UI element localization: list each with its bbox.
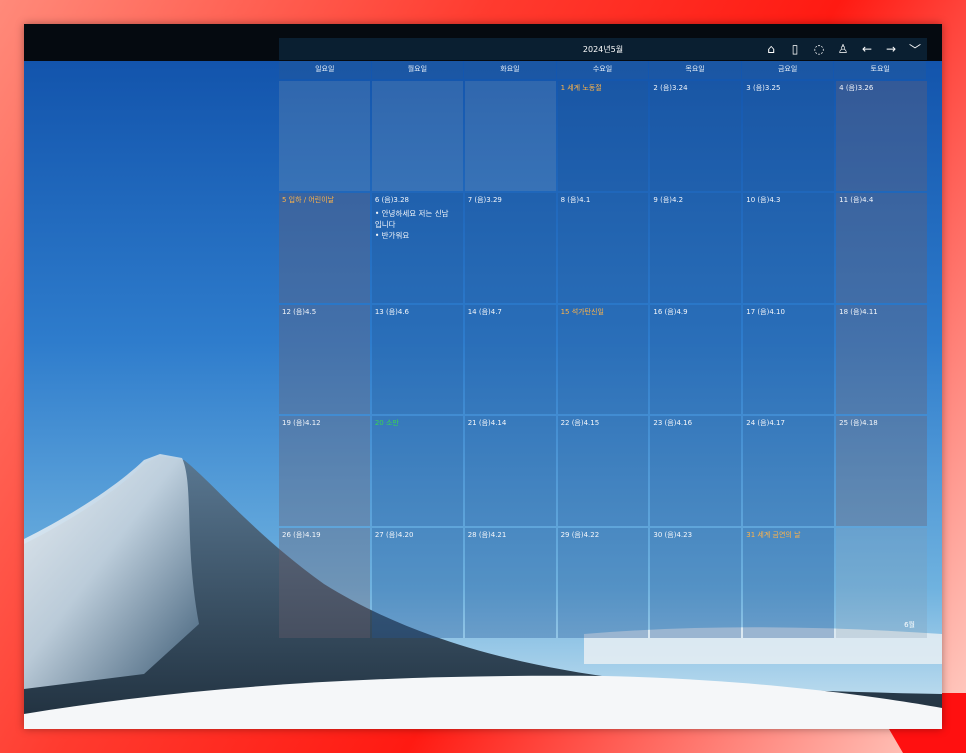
calendar-day-cell[interactable]: 21 (음)4.14 <box>464 416 556 527</box>
arrow-left-button[interactable]: ← <box>859 40 875 58</box>
calendar-day-cell[interactable]: 4 (음)3.26 <box>836 81 927 191</box>
day-label: 16 (음)4.9 <box>653 307 688 316</box>
calendar-day-empty[interactable]: 6월 <box>836 528 927 638</box>
weekday-label: 화요일 <box>464 61 556 79</box>
calendar-day-cell[interactable]: 1 세계 노동절 <box>557 81 649 191</box>
user-icon: ♙ <box>837 42 849 56</box>
day-notes: • 안녕하세요 저는 신남 입니다 • 반가워요 <box>375 208 460 241</box>
calendar-day-cell[interactable]: 15 석가탄신일 <box>557 304 649 415</box>
day-label: 14 (음)4.7 <box>467 307 502 316</box>
calendar-day-cell[interactable]: 16 (음)4.9 <box>650 304 742 415</box>
calendar-day-cell[interactable]: 25 (음)4.18 <box>836 416 927 527</box>
phone-icon: ▯ <box>791 42 799 56</box>
day-label: 27 (음)4.20 <box>374 531 414 540</box>
note-line: • 반가워요 <box>374 230 410 240</box>
home-icon: ⌂ <box>767 42 775 56</box>
calendar-day-cell[interactable]: 11 (음)4.4 <box>836 192 927 303</box>
day-label: 10 (음)4.3 <box>746 195 781 204</box>
day-label: 4 (음)3.26 <box>839 84 874 92</box>
chevron-down-icon: ﹀ <box>908 42 921 57</box>
weekday-label: 목요일 <box>649 61 741 79</box>
calendar-day-cell[interactable]: 14 (음)4.7 <box>464 304 556 415</box>
day-label: 12 (음)4.5 <box>282 307 317 316</box>
day-label: 31 세계 금연의 날 <box>746 531 801 540</box>
day-label: 20 소만 <box>374 419 399 428</box>
calendar-day-cell[interactable]: 3 (음)3.25 <box>743 81 835 191</box>
day-label: 28 (음)4.21 <box>467 531 507 540</box>
day-label: 3 (음)3.25 <box>746 84 781 92</box>
calendar-day-cell[interactable]: 10 (음)4.3 <box>743 192 835 303</box>
weekday-label: 금요일 <box>741 61 834 79</box>
calendar-day-empty[interactable] <box>371 81 463 191</box>
weekday-header-row: 일요일 월요일 화요일 수요일 목요일 금요일 토요일 <box>279 61 927 79</box>
phone-button[interactable]: ▯ <box>787 40 803 58</box>
day-label: 9 (음)4.2 <box>653 195 684 204</box>
cloud-button[interactable]: ◌ <box>811 40 827 58</box>
day-label: 23 (음)4.16 <box>653 419 693 428</box>
day-label: 6 (음)3.28 <box>374 195 410 204</box>
day-label: 26 (음)4.19 <box>282 531 321 540</box>
calendar-day-cell[interactable]: 12 (음)4.5 <box>279 304 370 415</box>
cloud-icon: ◌ <box>813 42 825 56</box>
calendar-day-cell[interactable]: 5 입하 / 어린이날 <box>279 192 370 303</box>
calendar-day-cell[interactable]: 26 (음)4.19 <box>279 528 370 638</box>
calendar-day-cell[interactable]: 30 (음)4.23 <box>650 528 742 638</box>
calendar-day-cell[interactable]: 17 (음)4.10 <box>743 304 835 415</box>
arrow-right-icon: → <box>885 42 897 56</box>
calendar-day-cell[interactable]: 19 (음)4.12 <box>279 416 370 527</box>
calendar-day-empty[interactable] <box>279 81 370 191</box>
calendar-header: 2024년5월 ⌂ ▯ ◌ ♙ ← → ﹀ <box>279 38 927 60</box>
calendar-day-cell[interactable]: 20 소만 <box>371 416 463 527</box>
calendar-day-empty[interactable] <box>464 81 556 191</box>
calendar-day-cell[interactable]: 2 (음)3.24 <box>650 81 742 191</box>
calendar-day-cell[interactable]: 23 (음)4.16 <box>650 416 742 527</box>
day-label: 29 (음)4.22 <box>560 531 600 540</box>
day-label: 7 (음)3.29 <box>467 195 502 204</box>
calendar-day-cell[interactable]: 9 (음)4.2 <box>650 192 742 303</box>
day-label: 5 입하 / 어린이날 <box>282 195 335 204</box>
weekday-label: 월요일 <box>371 61 464 79</box>
day-label: 24 (음)4.17 <box>746 419 785 428</box>
calendar-day-cell[interactable]: 24 (음)4.17 <box>743 416 835 527</box>
weekday-label: 수요일 <box>556 61 649 79</box>
toolbar: ⌂ ▯ ◌ ♙ ← → ﹀ <box>763 40 923 58</box>
calendar-day-cell[interactable]: 8 (음)4.1 <box>557 192 649 303</box>
day-label: 19 (음)4.12 <box>282 419 321 428</box>
day-label: 15 석가탄신일 <box>560 307 604 316</box>
month-calendar: 2024년5월 ⌂ ▯ ◌ ♙ ← → ﹀ 일요일 월요일 화요일 수요일 목요일 금요일 토요일 1 … <box>279 38 927 638</box>
arrow-left-icon: ← <box>861 42 873 56</box>
calendar-day-cell[interactable]: 28 (음)4.21 <box>464 528 556 638</box>
day-label: 30 (음)4.23 <box>653 531 693 540</box>
calendar-day-cell[interactable]: 31 세계 금연의 날 <box>743 528 835 638</box>
weekday-label: 토요일 <box>834 61 926 79</box>
calendar-day-cell[interactable]: 7 (음)3.29 <box>464 192 556 303</box>
day-label: 18 (음)4.11 <box>839 307 878 316</box>
calendar-day-cell[interactable]: 6 (음)3.28 • 안녕하세요 저는 신남 입니다 • 반가워요 <box>371 192 463 303</box>
calendar-day-cell[interactable]: 22 (음)4.15 <box>557 416 649 527</box>
chevron-down-button[interactable]: ﹀ <box>907 40 923 58</box>
arrow-right-button[interactable]: → <box>883 40 899 58</box>
day-label: 11 (음)4.4 <box>839 195 874 204</box>
day-label: 22 (음)4.15 <box>560 419 600 428</box>
calendar-day-cell[interactable]: 18 (음)4.11 <box>836 304 927 415</box>
day-label: 25 (음)4.18 <box>839 419 878 428</box>
next-month-link[interactable]: 6월 <box>904 620 915 630</box>
day-label: 17 (음)4.10 <box>746 307 785 316</box>
day-label: 21 (음)4.14 <box>467 419 507 428</box>
note-line: 입니다 <box>374 219 396 229</box>
day-label: 8 (음)4.1 <box>560 195 591 204</box>
calendar-day-cell[interactable]: 29 (음)4.22 <box>557 528 649 638</box>
calendar-grid: 1 세계 노동절 2 (음)3.24 3 (음)3.25 4 (음)3.26 5 입하 … <box>279 81 927 638</box>
calendar-window: 2024년5월 ⌂ ▯ ◌ ♙ ← → ﹀ 일요일 월요일 화요일 수요일 목요일 금요일 토요일 1 … <box>24 24 942 729</box>
day-label: 13 (음)4.6 <box>374 307 410 316</box>
day-label: 1 세계 노동절 <box>560 84 602 92</box>
calendar-day-cell[interactable]: 27 (음)4.20 <box>371 528 463 638</box>
home-button[interactable]: ⌂ <box>763 40 779 58</box>
calendar-day-cell[interactable]: 13 (음)4.6 <box>371 304 463 415</box>
day-label: 2 (음)3.24 <box>653 84 688 92</box>
note-line: • 안녕하세요 저는 신남 <box>374 208 449 218</box>
user-button[interactable]: ♙ <box>835 40 851 58</box>
weekday-label: 일요일 <box>279 61 371 79</box>
